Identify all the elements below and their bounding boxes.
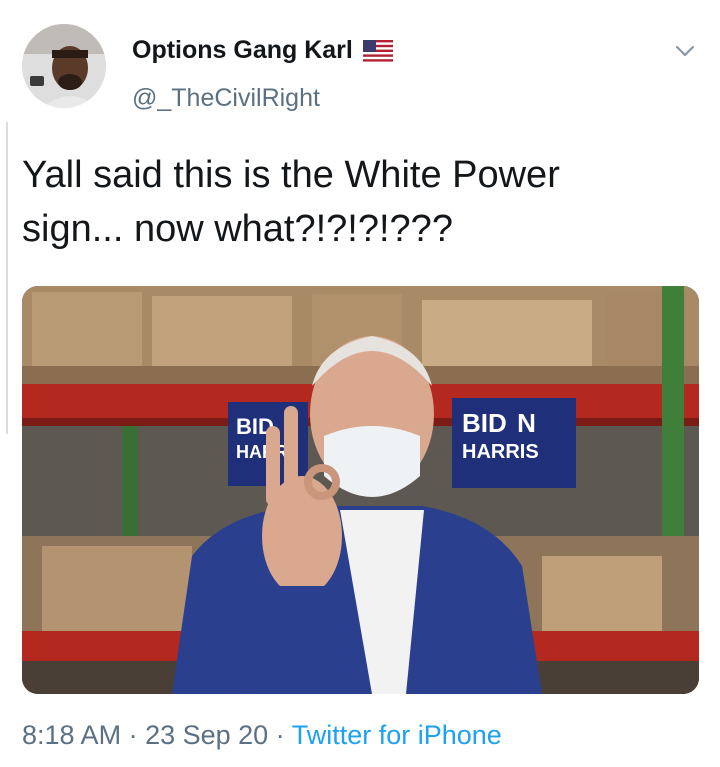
- author-handle[interactable]: @_TheCivilRight: [132, 84, 320, 113]
- tweet-time[interactable]: 8:18 AM: [22, 720, 121, 750]
- tweet-meta: 8:18 AM · 23 Sep 20 · Twitter for iPhone: [22, 720, 502, 751]
- media-image: BID HARR BID N HARRIS: [22, 286, 699, 694]
- meta-separator-2: ·: [268, 720, 292, 750]
- author-display-name[interactable]: Options Gang Karl: [132, 36, 353, 65]
- avatar[interactable]: [22, 24, 106, 108]
- sign-right-line2: HARRIS: [462, 441, 539, 463]
- tweet-media[interactable]: BID HARR BID N HARRIS: [22, 286, 699, 694]
- tweet-text: Yall said this is the White Power sign..…: [22, 154, 560, 250]
- meta-separator: ·: [121, 720, 146, 750]
- us-flag-icon: [362, 39, 393, 62]
- tweet-header: Options Gang Karl @_TheCivilRight: [22, 24, 702, 120]
- sign-right-line1: BID N: [462, 408, 536, 438]
- sign-left-line2: HARR: [236, 442, 288, 462]
- chevron-down-icon[interactable]: [674, 40, 696, 62]
- page-edge-divider: [0, 122, 8, 434]
- avatar-image: [22, 24, 106, 108]
- tweet-date[interactable]: 23 Sep 20: [145, 720, 268, 750]
- tweet-source-link[interactable]: Twitter for iPhone: [292, 720, 502, 750]
